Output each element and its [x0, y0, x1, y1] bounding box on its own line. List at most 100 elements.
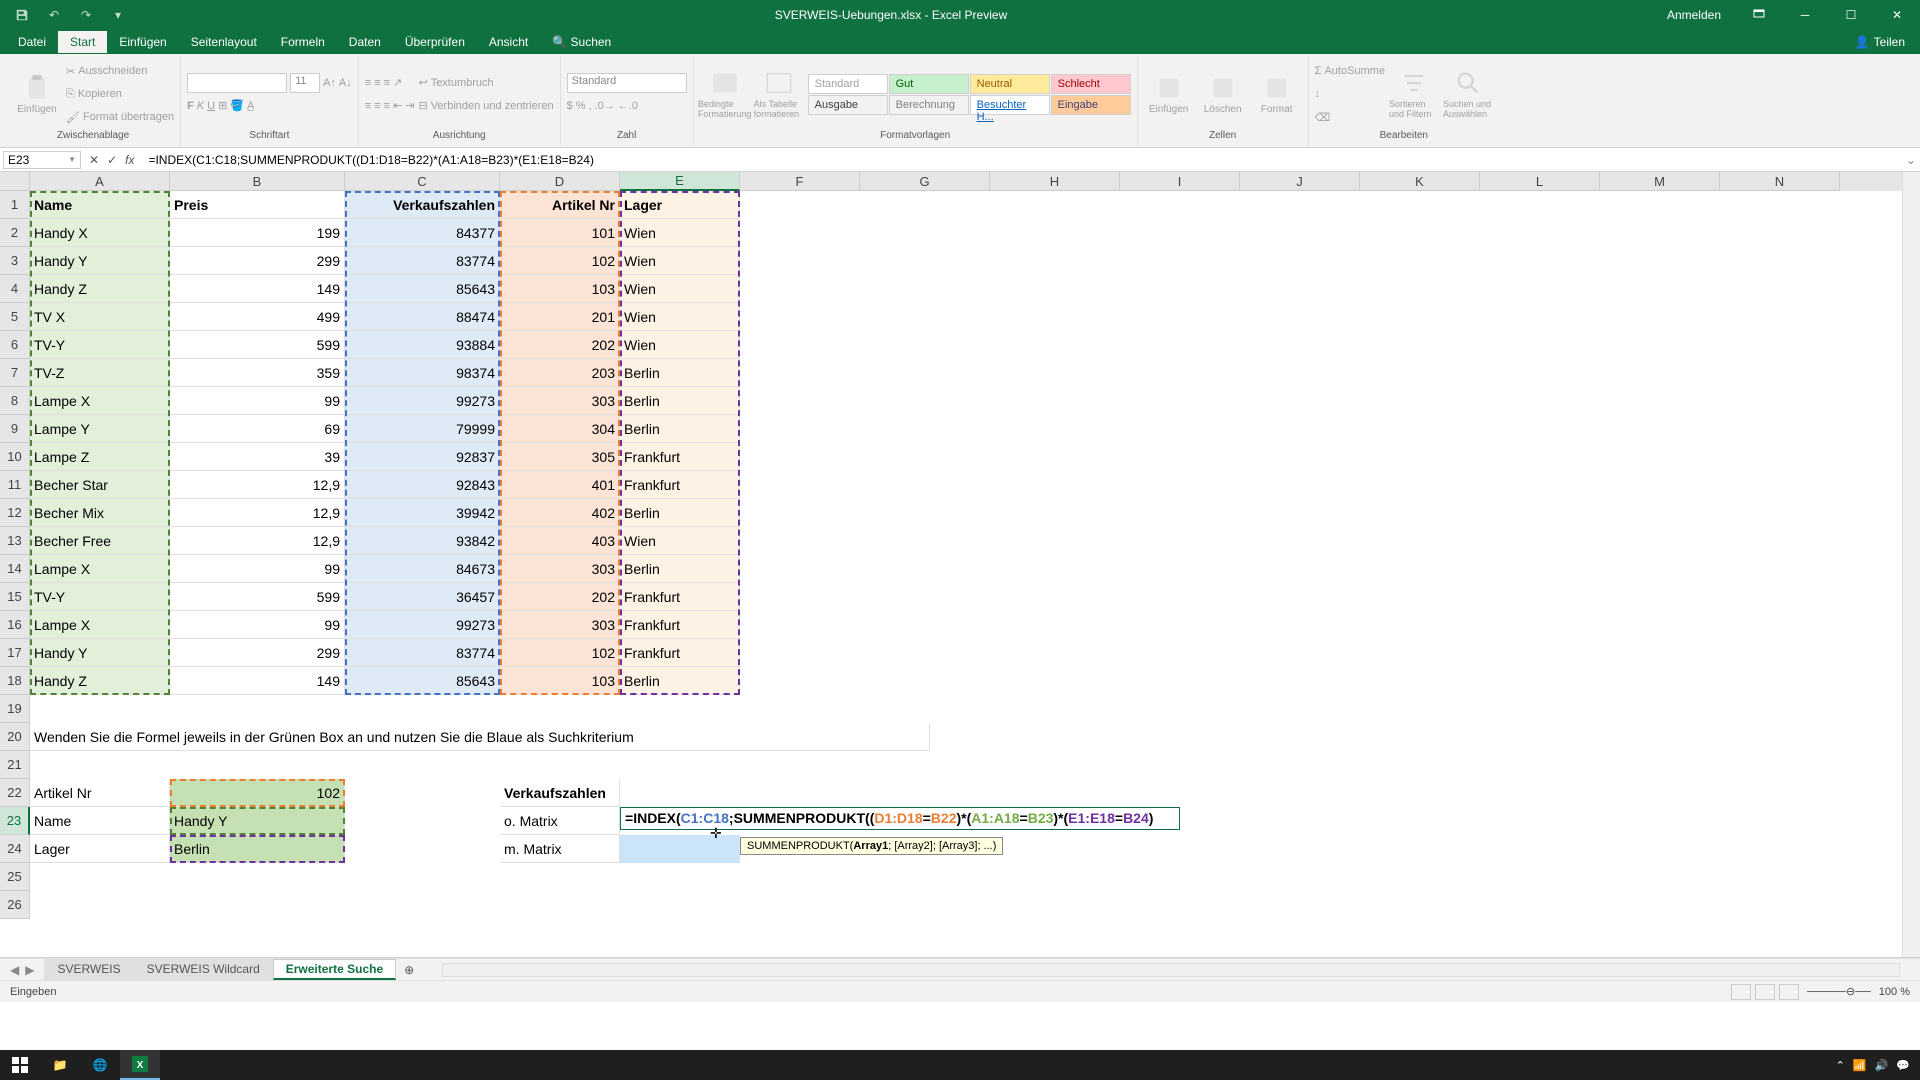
cell-C6[interactable]: 93884 — [345, 331, 500, 359]
cell-C4[interactable]: 85643 — [345, 275, 500, 303]
cell-D3[interactable]: 102 — [500, 247, 620, 275]
cell-B13[interactable]: 12,9 — [170, 527, 345, 555]
cell-C11[interactable]: 92843 — [345, 471, 500, 499]
cell-B5[interactable]: 499 — [170, 303, 345, 331]
cell-C5[interactable]: 88474 — [345, 303, 500, 331]
enter-formula-icon[interactable]: ✓ — [107, 153, 117, 167]
cell-C13[interactable]: 93842 — [345, 527, 500, 555]
col-header-L[interactable]: L — [1480, 172, 1600, 191]
cell-D6[interactable]: 202 — [500, 331, 620, 359]
cell-A8[interactable]: Lampe X — [30, 387, 170, 415]
cell-D7[interactable]: 203 — [500, 359, 620, 387]
col-header-F[interactable]: F — [740, 172, 860, 191]
cell-D4[interactable]: 103 — [500, 275, 620, 303]
cell-A7[interactable]: TV-Z — [30, 359, 170, 387]
row-header-9[interactable]: 9 — [0, 415, 30, 443]
row-header-26[interactable]: 26 — [0, 891, 30, 919]
save-icon[interactable] — [10, 5, 34, 25]
cell-B16[interactable]: 99 — [170, 611, 345, 639]
cell-E14[interactable]: Berlin — [620, 555, 740, 583]
cell-A22[interactable]: Artikel Nr — [30, 779, 170, 807]
sheet-tab-0[interactable]: SVERWEIS — [44, 959, 133, 980]
cell-C17[interactable]: 83774 — [345, 639, 500, 667]
row-header-23[interactable]: 23 — [0, 807, 30, 835]
cell-E16[interactable]: Frankfurt — [620, 611, 740, 639]
cell-B6[interactable]: 599 — [170, 331, 345, 359]
cell-D5[interactable]: 201 — [500, 303, 620, 331]
cell-B12[interactable]: 12,9 — [170, 499, 345, 527]
cell-D11[interactable]: 401 — [500, 471, 620, 499]
row-header-21[interactable]: 21 — [0, 751, 30, 779]
cell-B4[interactable]: 149 — [170, 275, 345, 303]
tab-data[interactable]: Daten — [337, 31, 393, 53]
col-header-C[interactable]: C — [345, 172, 500, 191]
minimize-icon[interactable]: ─ — [1782, 0, 1828, 30]
cell-E2[interactable]: Wien — [620, 219, 740, 247]
maximize-icon[interactable]: ☐ — [1828, 0, 1874, 30]
column-headers[interactable]: ABCDEFGHIJKLMN — [30, 172, 1902, 191]
col-header-A[interactable]: A — [30, 172, 170, 191]
select-all-corner[interactable] — [0, 172, 30, 191]
fx-icon[interactable]: fx — [125, 153, 134, 167]
cell-D15[interactable]: 202 — [500, 583, 620, 611]
undo-icon[interactable]: ↶ — [42, 5, 66, 25]
row-header-4[interactable]: 4 — [0, 275, 30, 303]
row-header-1[interactable]: 1 — [0, 191, 30, 219]
ribbon-options-icon[interactable] — [1736, 0, 1782, 30]
cell-B18[interactable]: 149 — [170, 667, 345, 695]
cell-E17[interactable]: Frankfurt — [620, 639, 740, 667]
cell-A24[interactable]: Lager — [30, 835, 170, 863]
share-button[interactable]: 👤 Teilen — [1840, 35, 1920, 49]
tab-review[interactable]: Überprüfen — [393, 31, 477, 53]
vertical-scrollbar[interactable] — [1902, 172, 1920, 957]
page-break-view-icon[interactable] — [1779, 984, 1799, 1000]
tab-view[interactable]: Ansicht — [477, 31, 540, 53]
cell-D14[interactable]: 303 — [500, 555, 620, 583]
start-button[interactable] — [0, 1050, 40, 1080]
zoom-level[interactable]: 100 % — [1879, 986, 1910, 998]
cell-B1[interactable]: Preis — [170, 191, 345, 219]
cell-A17[interactable]: Handy Y — [30, 639, 170, 667]
cell-E1[interactable]: Lager — [620, 191, 740, 219]
cell-E13[interactable]: Wien — [620, 527, 740, 555]
row-header-11[interactable]: 11 — [0, 471, 30, 499]
cell-A15[interactable]: TV-Y — [30, 583, 170, 611]
cell-C7[interactable]: 98374 — [345, 359, 500, 387]
cell-D8[interactable]: 303 — [500, 387, 620, 415]
cell-A11[interactable]: Becher Star — [30, 471, 170, 499]
row-header-25[interactable]: 25 — [0, 863, 30, 891]
cell-E12[interactable]: Berlin — [620, 499, 740, 527]
tab-layout[interactable]: Seitenlayout — [179, 31, 269, 53]
cell-A9[interactable]: Lampe Y — [30, 415, 170, 443]
cell-D12[interactable]: 402 — [500, 499, 620, 527]
col-header-G[interactable]: G — [860, 172, 990, 191]
cell-B3[interactable]: 299 — [170, 247, 345, 275]
network-icon[interactable]: 📶 — [1853, 1059, 1867, 1072]
cell-C18[interactable]: 85643 — [345, 667, 500, 695]
file-explorer-icon[interactable]: 📁 — [40, 1050, 80, 1080]
cell-E15[interactable]: Frankfurt — [620, 583, 740, 611]
sheet-tab-2[interactable]: Erweiterte Suche — [273, 959, 396, 980]
tab-home[interactable]: Start — [58, 31, 107, 53]
cell-B7[interactable]: 359 — [170, 359, 345, 387]
cell-E3[interactable]: Wien — [620, 247, 740, 275]
cell-C2[interactable]: 84377 — [345, 219, 500, 247]
cell-E9[interactable]: Berlin — [620, 415, 740, 443]
cell-D10[interactable]: 305 — [500, 443, 620, 471]
cell-C3[interactable]: 83774 — [345, 247, 500, 275]
cell-D22[interactable]: Verkaufszahlen — [500, 779, 620, 807]
cell-B10[interactable]: 39 — [170, 443, 345, 471]
cell-B15[interactable]: 599 — [170, 583, 345, 611]
tab-formulas[interactable]: Formeln — [269, 31, 337, 53]
cell-B8[interactable]: 99 — [170, 387, 345, 415]
tab-file[interactable]: Datei — [6, 31, 58, 53]
cell-A4[interactable]: Handy Z — [30, 275, 170, 303]
cell-E8[interactable]: Berlin — [620, 387, 740, 415]
cell-A16[interactable]: Lampe X — [30, 611, 170, 639]
col-header-H[interactable]: H — [990, 172, 1120, 191]
cell-E4[interactable]: Wien — [620, 275, 740, 303]
cell-B24[interactable]: Berlin — [170, 835, 345, 863]
row-header-22[interactable]: 22 — [0, 779, 30, 807]
cell-A3[interactable]: Handy Y — [30, 247, 170, 275]
formula-input[interactable]: =INDEX(C1:C18;SUMMENPRODUKT((D1:D18=B22)… — [142, 152, 1902, 168]
